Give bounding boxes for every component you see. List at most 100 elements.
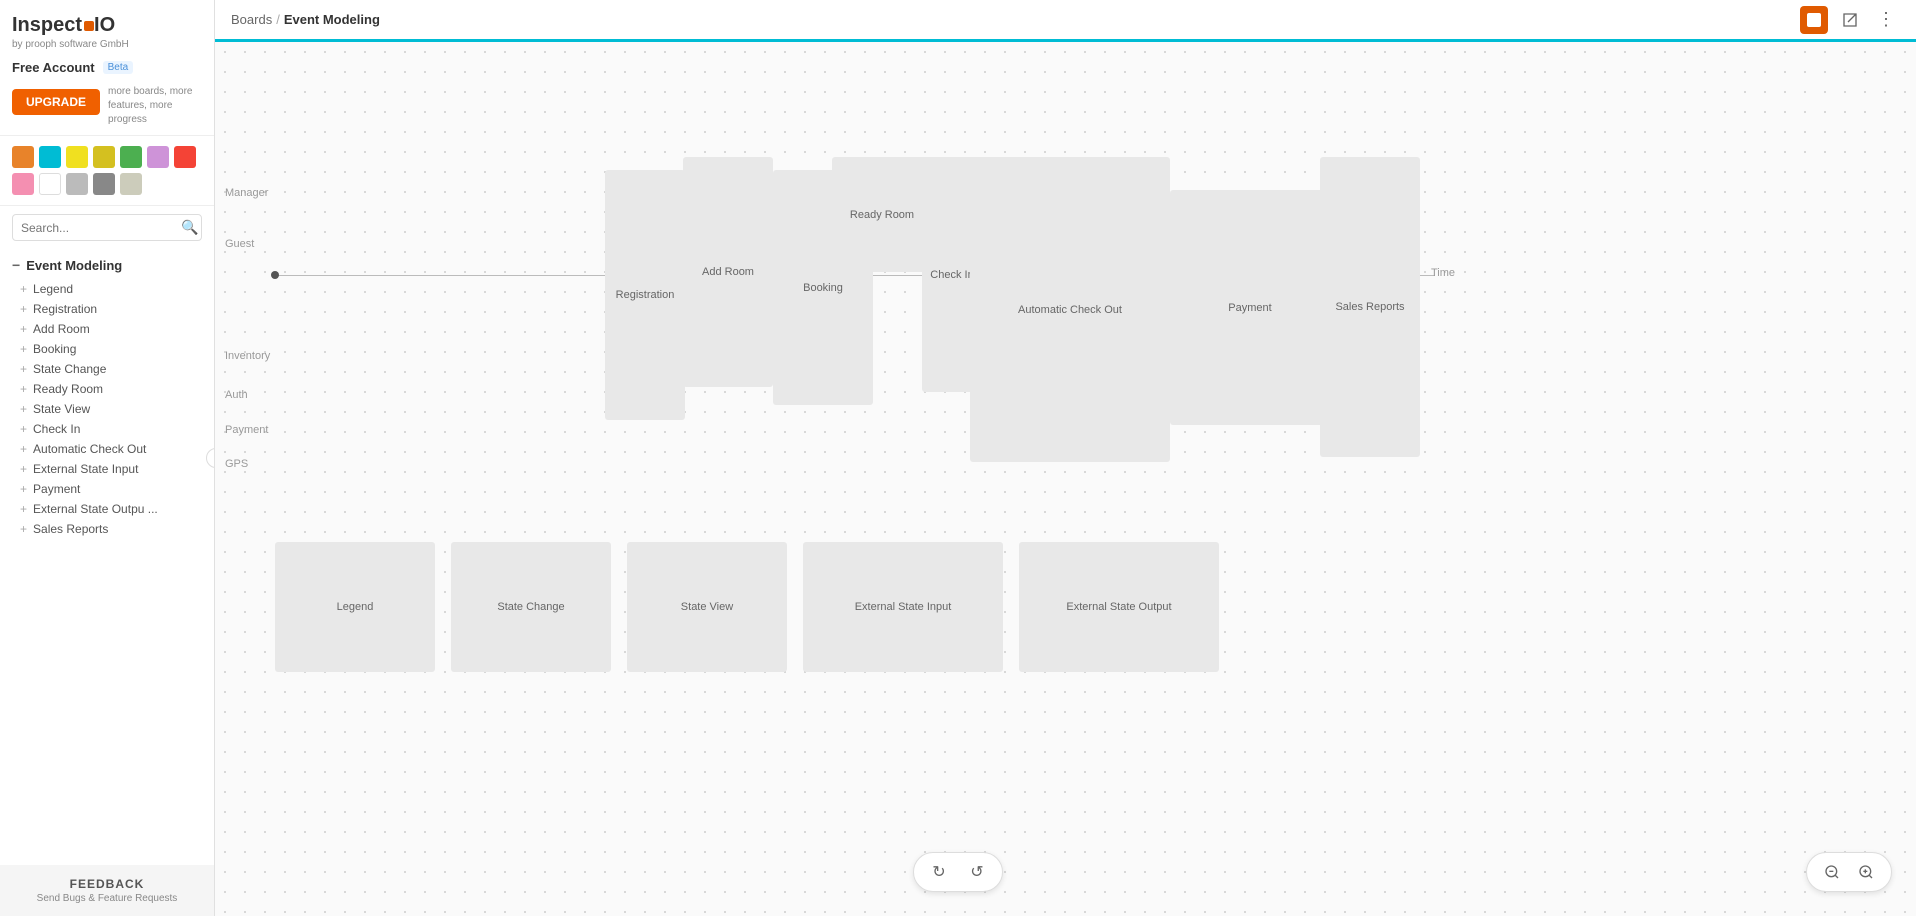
sidebar-header: InspectIO by prooph software GmbH Free A… xyxy=(0,0,214,136)
canvas-area[interactable]: Manager Guest Inventory Auth Payment GPS… xyxy=(215,42,1916,916)
account-label: Free Account xyxy=(12,60,95,75)
nav-item-external-state-input[interactable]: +External State Input xyxy=(12,459,202,479)
nav-item-registration[interactable]: + Registration xyxy=(12,299,202,319)
nav-item-ready-room[interactable]: +Ready Room xyxy=(12,379,202,399)
color-swatch-8[interactable] xyxy=(39,173,61,195)
search-icon[interactable]: 🔍 xyxy=(181,219,198,236)
nav-item-legend[interactable]: +Legend xyxy=(12,279,202,299)
account-row: Free Account Beta xyxy=(12,60,202,75)
undo-button[interactable]: ↻ xyxy=(924,857,954,887)
color-swatch-5[interactable] xyxy=(147,146,169,168)
square-icon xyxy=(1807,13,1821,27)
zoom-in-icon xyxy=(1858,864,1874,880)
nav-item-state-view[interactable]: + State View xyxy=(12,399,202,419)
menu-icon: ⋮ xyxy=(1877,9,1895,30)
block-label-external-state-output: External State Output xyxy=(1019,601,1219,613)
nav-item-sales-reports[interactable]: +Sales Reports xyxy=(12,519,202,539)
nav-item-expand-icon: + xyxy=(20,282,27,296)
topbar-color-button[interactable] xyxy=(1800,6,1828,34)
nav-item-expand-icon: + xyxy=(20,422,27,436)
nav-item-label: State View xyxy=(33,402,90,416)
nav-item-expand-icon: + xyxy=(20,442,27,456)
color-swatch-1[interactable] xyxy=(39,146,61,168)
nav-item-check-in[interactable]: + Check In xyxy=(12,419,202,439)
topbar-share-button[interactable] xyxy=(1836,6,1864,34)
block-payment[interactable]: Payment xyxy=(1170,190,1330,425)
color-swatch-3[interactable] xyxy=(93,146,115,168)
external-state-input-block[interactable]: External State Input xyxy=(803,542,1003,672)
block-label-registration: Registration xyxy=(605,289,685,301)
block-sales-reports[interactable]: Sales Reports xyxy=(1320,157,1420,457)
nav-item-payment[interactable]: +Payment xyxy=(12,479,202,499)
color-swatch-4[interactable] xyxy=(120,146,142,168)
nav-group-title[interactable]: − Event Modeling xyxy=(12,257,202,273)
block-label-sales-reports: Sales Reports xyxy=(1320,301,1420,313)
share-icon xyxy=(1842,12,1858,28)
nav-item-label: Automatic Check Out xyxy=(33,442,146,456)
logo: InspectIO xyxy=(12,14,202,37)
beta-badge: Beta xyxy=(103,61,134,74)
nav-item-state-change[interactable]: +State Change xyxy=(12,359,202,379)
legend-block[interactable]: Legend xyxy=(275,542,435,672)
color-swatch-9[interactable] xyxy=(66,173,88,195)
nav-group-label: Event Modeling xyxy=(26,258,122,273)
block-label-state-change: State Change xyxy=(451,601,611,613)
block-automatic-check-out[interactable]: Automatic Check Out xyxy=(970,157,1170,462)
row-label-payment: Payment xyxy=(225,424,268,436)
nav-item-expand-icon: + xyxy=(20,322,27,336)
nav-item-expand-icon: + xyxy=(20,302,27,316)
block-label-payment: Payment xyxy=(1170,302,1330,314)
zoom-out-button[interactable] xyxy=(1817,857,1847,887)
block-registration[interactable]: Registration xyxy=(605,170,685,420)
app-subtitle: by prooph software GmbH xyxy=(12,39,202,50)
breadcrumb-boards[interactable]: Boards xyxy=(231,12,272,27)
sidebar: InspectIO by prooph software GmbH Free A… xyxy=(0,0,215,916)
row-label-auth: Auth xyxy=(225,389,248,401)
nav-item-label: Check In xyxy=(33,422,80,436)
nav-item-automatic-check-out[interactable]: + Automatic Check Out xyxy=(12,439,202,459)
block-ready-room[interactable]: Ready Room xyxy=(832,157,932,272)
zoom-in-button[interactable] xyxy=(1851,857,1881,887)
zoom-toolbar xyxy=(1806,852,1892,892)
color-swatch-7[interactable] xyxy=(12,173,34,195)
upgrade-desc: more boards, more features, more progres… xyxy=(108,85,202,127)
logo-dot xyxy=(84,21,94,31)
color-swatch-10[interactable] xyxy=(93,173,115,195)
nav-items: +Legend+Registration+Add Room+Booking+St… xyxy=(12,279,202,539)
nav-item-expand-icon: + xyxy=(20,462,27,476)
nav-item-external-state-outpu-...[interactable]: +External State Outpu ... xyxy=(12,499,202,519)
upgrade-button[interactable]: UPGRADE xyxy=(12,89,100,115)
topbar-menu-button[interactable]: ⋮ xyxy=(1872,6,1900,34)
search-input[interactable] xyxy=(21,221,176,235)
color-swatch-6[interactable] xyxy=(174,146,196,168)
block-label-booking: Booking xyxy=(773,282,873,294)
external-state-output-block[interactable]: External State Output xyxy=(1019,542,1219,672)
bottom-blocks: Legend State Change State View External … xyxy=(275,542,1415,672)
redo-button[interactable]: ↺ xyxy=(962,857,992,887)
nav-item-booking[interactable]: +Booking xyxy=(12,339,202,359)
nav-item-label: External State Outpu ... xyxy=(33,502,158,516)
collapse-icon: − xyxy=(12,257,20,273)
block-label-legend: Legend xyxy=(275,601,435,613)
color-swatch-2[interactable] xyxy=(66,146,88,168)
nav-item-expand-icon: + xyxy=(20,342,27,356)
main-area: Boards / Event Modeling ⋮ Manager Guest … xyxy=(215,0,1916,916)
nav-item-add-room[interactable]: +Add Room xyxy=(12,319,202,339)
color-swatches xyxy=(0,136,214,206)
nav-item-label: Sales Reports xyxy=(33,522,108,536)
nav-item-expand-icon: + xyxy=(20,482,27,496)
app-name: InspectIO xyxy=(12,14,115,37)
color-swatch-11[interactable] xyxy=(120,173,142,195)
nav-item-label: State Change xyxy=(33,362,106,376)
row-label-gps: GPS xyxy=(225,458,248,470)
nav-item-expand-icon: + xyxy=(20,402,27,416)
row-label-guest: Guest xyxy=(225,238,254,250)
search-bar[interactable]: 🔍 xyxy=(12,214,202,241)
color-swatch-0[interactable] xyxy=(12,146,34,168)
nav-item-label: Registration xyxy=(33,302,97,316)
state-view-block[interactable]: State View xyxy=(627,542,787,672)
state-change-block[interactable]: State Change xyxy=(451,542,611,672)
block-add-room[interactable]: Add Room xyxy=(683,157,773,387)
feedback-button[interactable]: FEEDBACK Send Bugs & Feature Requests xyxy=(0,865,214,916)
block-label-automatic-check-out: Automatic Check Out xyxy=(970,304,1170,316)
